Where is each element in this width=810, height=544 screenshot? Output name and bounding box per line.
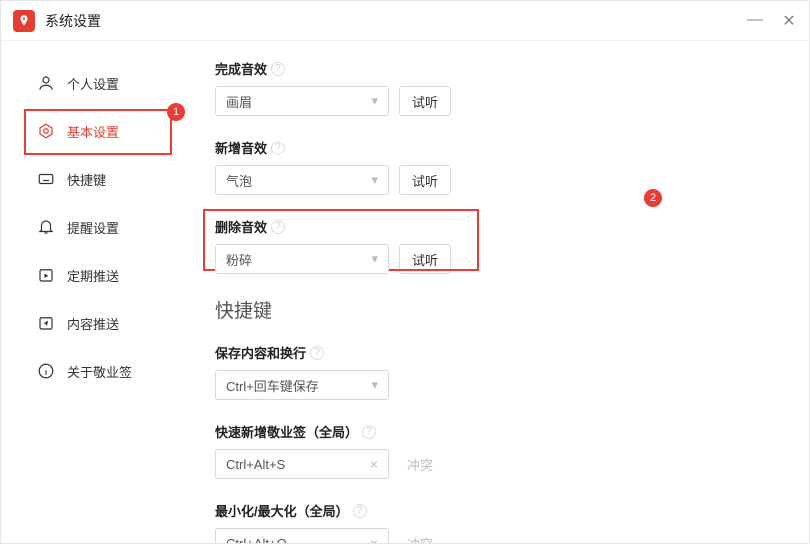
info-icon [37,362,55,380]
chevron-down-icon: ▾ [371,172,378,188]
person-icon [37,74,55,92]
sidebar-item-content-push[interactable]: 内容推送 [1,299,171,347]
complete-sound-select[interactable]: 画眉 ▾ [215,86,389,116]
sidebar-item-label: 内容推送 [67,314,119,333]
help-icon[interactable]: ? [271,141,285,155]
clear-icon[interactable]: × [370,456,378,472]
select-value: 画眉 [226,92,252,111]
field-label: 新增音效 ? [215,138,783,157]
sidebar-item-about[interactable]: 关于敬业签 [1,347,171,395]
select-value: 气泡 [226,171,252,190]
try-listen-button[interactable]: 试听 [399,244,451,274]
close-button[interactable]: ✕ [781,11,797,31]
keyboard-icon [37,170,55,188]
field-quick-add: 快速新增敬业签（全局） ? Ctrl+Alt+S × 冲突 [215,422,783,479]
conflict-text: 冲突 [407,455,433,474]
field-add-sound: 新增音效 ? 气泡 ▾ 试听 [215,138,783,195]
settings-window: 系统设置 — ✕ 个人设置 基本设置 [0,0,810,544]
field-label: 快速新增敬业签（全局） ? [215,422,783,441]
section-title-shortcuts: 快捷键 [215,296,783,323]
conflict-text: 冲突 [407,534,433,544]
delete-sound-select[interactable]: 粉碎 ▾ [215,244,389,274]
sidebar-item-label: 基本设置 [67,122,119,141]
help-icon[interactable]: ? [271,62,285,76]
calendar-play-icon [37,266,55,284]
bell-icon [37,218,55,236]
field-save-line: 保存内容和换行 ? Ctrl+回车键保存 ▾ [215,343,783,400]
add-sound-select[interactable]: 气泡 ▾ [215,165,389,195]
try-listen-button[interactable]: 试听 [399,86,451,116]
sidebar-item-label: 快捷键 [67,170,106,189]
annotation-badge-2: 2 [644,189,662,207]
field-delete-sound: 删除音效 ? 粉碎 ▾ 试听 [215,217,783,274]
help-icon[interactable]: ? [353,504,367,518]
sidebar-item-personal[interactable]: 个人设置 [1,59,171,107]
field-min-max: 最小化/最大化（全局） ? Ctrl+Alt+Q × 冲突 [215,501,783,543]
try-listen-button[interactable]: 试听 [399,165,451,195]
field-label: 完成音效 ? [215,59,783,78]
chevron-down-icon: ▾ [371,377,378,393]
save-line-select[interactable]: Ctrl+回车键保存 ▾ [215,370,389,400]
help-icon[interactable]: ? [310,346,324,360]
sidebar-item-label: 定期推送 [67,266,119,285]
app-logo [13,10,35,32]
chevron-down-icon: ▾ [371,93,378,109]
min-max-input[interactable]: Ctrl+Alt+Q × [215,528,389,543]
gear-hex-icon [37,122,55,140]
window-controls: — ✕ [747,11,797,31]
help-icon[interactable]: ? [271,220,285,234]
body: 个人设置 基本设置 快捷键 提醒设置 [1,41,809,543]
sidebar-item-label: 个人设置 [67,74,119,93]
sidebar-item-label: 关于敬业签 [67,362,132,381]
sidebar-item-shortcuts[interactable]: 快捷键 [1,155,171,203]
sidebar-item-label: 提醒设置 [67,218,119,237]
select-value: Ctrl+Alt+S [226,457,285,472]
chevron-down-icon: ▾ [371,251,378,267]
sidebar-item-reminder[interactable]: 提醒设置 [1,203,171,251]
minimize-button[interactable]: — [747,11,763,31]
quick-add-input[interactable]: Ctrl+Alt+S × [215,449,389,479]
clear-icon[interactable]: × [370,535,378,543]
sidebar-item-basic[interactable]: 基本设置 [1,107,171,155]
select-value: Ctrl+回车键保存 [226,376,319,395]
select-value: 粉碎 [226,250,252,269]
field-label: 保存内容和换行 ? [215,343,783,362]
field-label: 最小化/最大化（全局） ? [215,501,783,520]
content-area: 完成音效 ? 画眉 ▾ 试听 新增音效 ? [171,41,809,543]
sidebar-item-schedule[interactable]: 定期推送 [1,251,171,299]
sidebar: 个人设置 基本设置 快捷键 提醒设置 [1,41,171,543]
send-icon [37,314,55,332]
help-icon[interactable]: ? [362,425,376,439]
select-value: Ctrl+Alt+Q [226,536,287,544]
titlebar: 系统设置 — ✕ [1,1,809,41]
window-title: 系统设置 [45,11,101,31]
field-label: 删除音效 ? [215,217,783,236]
field-complete-sound: 完成音效 ? 画眉 ▾ 试听 [215,59,783,116]
